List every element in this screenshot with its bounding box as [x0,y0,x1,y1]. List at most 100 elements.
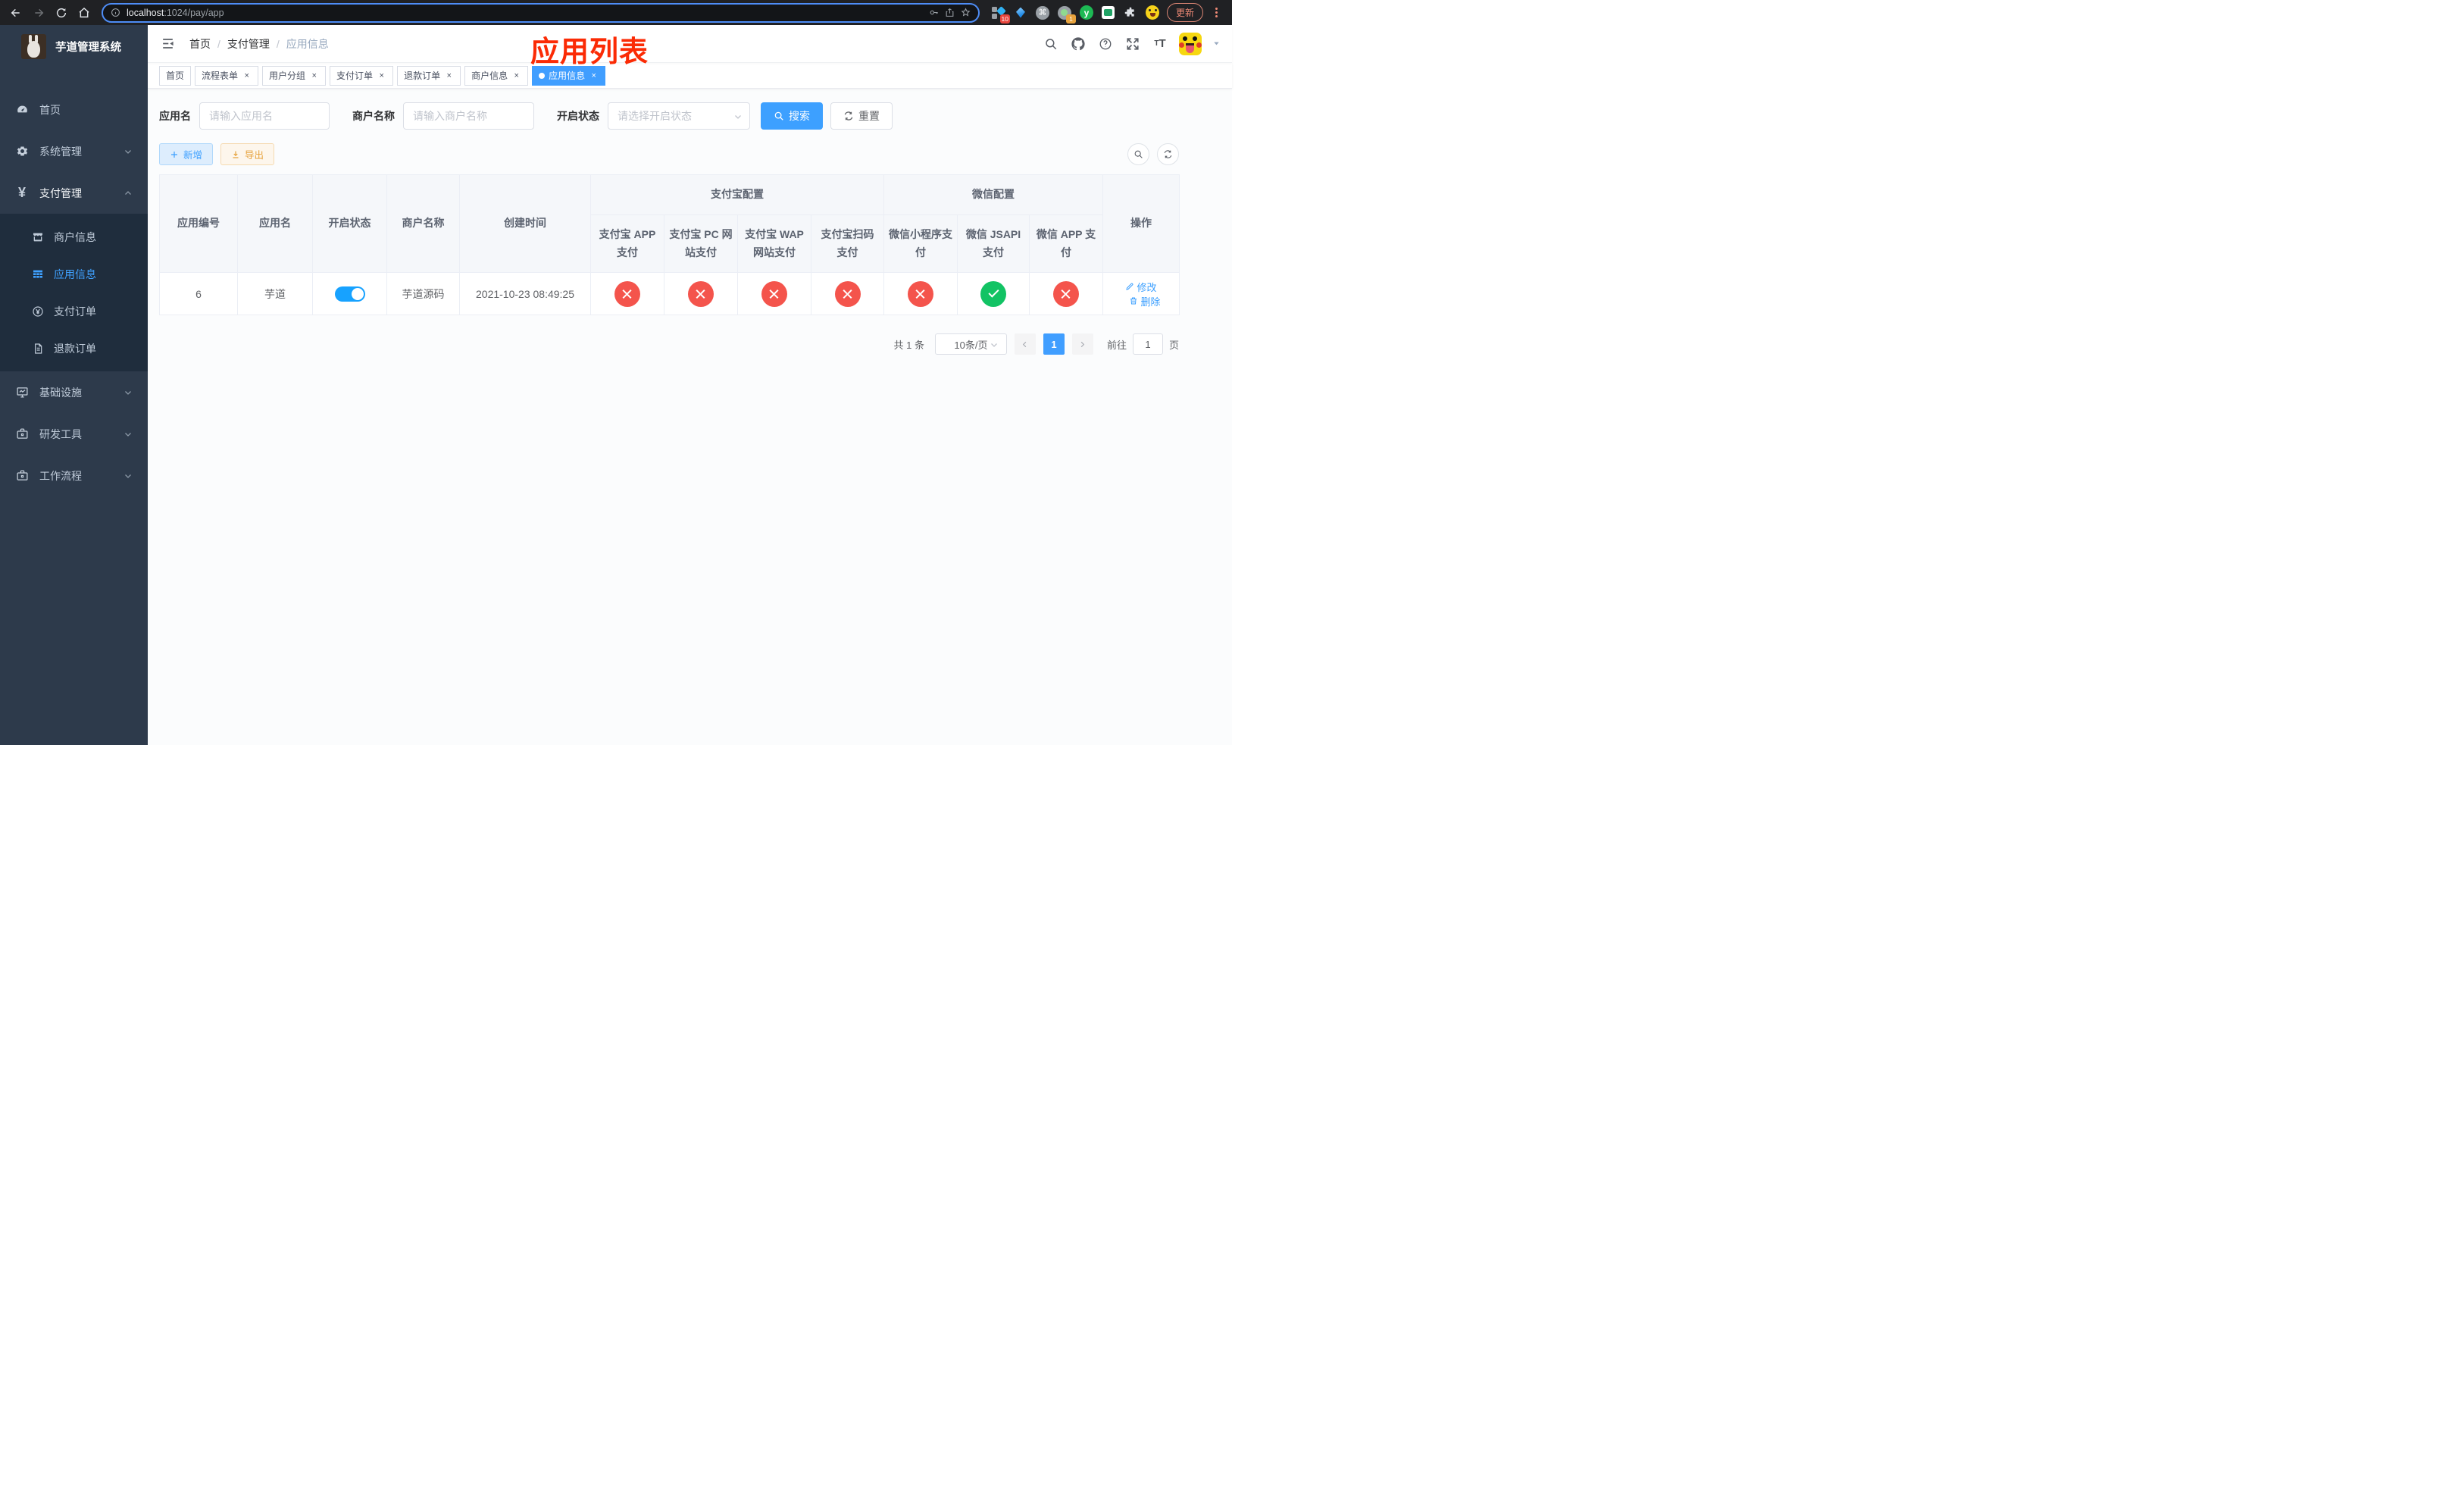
col-created: 创建时间 [459,174,591,274]
app-name-input[interactable] [199,102,330,130]
browser-profile-avatar[interactable] [1145,5,1159,20]
next-page-button[interactable] [1071,333,1093,355]
merchant-name-input[interactable] [403,102,534,130]
breadcrumb-home[interactable]: 首页 [189,36,211,52]
sidebar-item-infra[interactable]: 基础设施 [0,371,148,413]
tags-view-bar: 首页 流程表单 用户分组 支付订单 退款订单 商户信息 应用信息 [148,63,1232,89]
delete-link[interactable]: 删除 [1129,294,1161,308]
sidebar-item-dev-tools[interactable]: 研发工具 [0,413,148,455]
col-merchant: 商户名称 [386,174,460,274]
browser-update-button[interactable]: 更新 [1166,3,1203,22]
browser-reload-icon[interactable] [52,4,71,22]
browser-back-icon[interactable] [6,4,26,22]
url-text: localhost:1024/pay/app [127,7,224,18]
col-group-wechat: 微信配置 [883,174,1103,215]
url-bar[interactable]: localhost:1024/pay/app [102,2,980,23]
close-tab-icon[interactable] [377,70,386,80]
browser-forward-icon[interactable] [29,4,48,22]
extensions-puzzle-icon[interactable] [1124,6,1137,20]
bookmark-star-icon[interactable] [961,8,971,17]
close-tab-icon[interactable] [444,70,454,80]
add-button[interactable]: 新增 [159,143,214,165]
tab-merchant-info[interactable]: 商户信息 [464,65,529,86]
col-wechat-mini: 微信小程序支付 [883,214,958,274]
col-app-id: 应用编号 [159,174,238,274]
reset-button[interactable]: 重置 [830,102,893,130]
sidebar-item-merchant-info[interactable]: 商户信息 [0,218,148,255]
tab-process-form[interactable]: 流程表单 [195,65,259,86]
search-button[interactable]: 搜索 [761,102,823,130]
breadcrumb-payment[interactable]: 支付管理 [227,36,270,52]
chevron-down-icon [124,471,133,480]
help-icon[interactable] [1097,36,1114,52]
share-icon[interactable] [945,8,955,17]
alipay-qr-status-icon [834,280,861,307]
prev-page-button[interactable] [1014,333,1036,355]
browser-toolbar: localhost:1024/pay/app 10 1 y [0,0,1232,25]
y-extension-icon[interactable]: y [1079,5,1093,20]
tab-home[interactable]: 首页 [159,65,192,86]
chevron-down-icon [124,388,133,397]
tab-refund-order[interactable]: 退款订单 [397,65,461,86]
browser-home-icon[interactable] [74,4,94,22]
alipay-wap-status-icon [761,280,787,307]
page-size-select[interactable]: 10条/页 [934,333,1007,355]
fullscreen-icon[interactable] [1124,36,1141,52]
page-number-1[interactable]: 1 [1043,333,1065,355]
sidebar-logo-row[interactable]: 芋道管理系统 [0,25,148,67]
chat-extension-icon[interactable] [1102,6,1115,20]
close-tab-icon[interactable] [589,70,599,80]
sidebar-item-payment[interactable]: 支付管理 [0,172,148,214]
sidebar-item-home[interactable]: 首页 [0,89,148,130]
sidebar-item-pay-order[interactable]: 支付订单 [0,293,148,330]
chevron-down-icon [124,430,133,439]
collapse-sidebar-icon[interactable] [159,36,176,52]
col-wechat-app: 微信 APP 支付 [1029,214,1103,274]
export-button[interactable]: 导出 [220,143,275,165]
close-tab-icon[interactable] [511,70,521,80]
sidebar-item-refund-order[interactable]: 退款订单 [0,330,148,367]
tab-pay-order[interactable]: 支付订单 [330,65,394,86]
sidebar-item-workflow[interactable]: 工作流程 [0,455,148,496]
breadcrumb: 首页 / 支付管理 / 应用信息 [189,36,329,52]
enabled-switch[interactable] [334,286,365,302]
command-extension-icon[interactable] [1035,5,1049,20]
filter-form: 应用名 商户名称 开启状态 搜索 [159,102,1179,130]
sidebar-item-app-info[interactable]: 应用信息 [0,255,148,293]
status-label: 开启状态 [557,110,599,122]
pin-extension-icon[interactable]: 10 [991,5,1010,23]
proxy-extension-icon[interactable]: 1 [1057,5,1076,23]
shop-icon [31,230,44,243]
col-alipay-pc: 支付宝 PC 网站支付 [664,214,738,274]
github-icon[interactable] [1070,36,1087,52]
cell-app-name: 芋道 [237,272,313,316]
col-enabled: 开启状态 [312,174,387,274]
chevron-up-icon [124,189,133,198]
edit-link[interactable]: 修改 [1125,280,1157,294]
close-tab-icon[interactable] [242,70,252,80]
sidebar-item-system[interactable]: 系统管理 [0,130,148,172]
font-size-icon[interactable]: TT [1152,36,1168,52]
site-info-icon[interactable] [111,8,120,17]
cell-app-id: 6 [159,272,238,316]
toggle-search-button[interactable] [1127,143,1149,165]
monitor-chart-icon [15,386,29,399]
kite-extension-icon[interactable] [1014,6,1027,20]
tab-app-info[interactable]: 应用信息 [532,65,606,86]
search-icon[interactable] [1043,36,1059,52]
sidebar: 芋道管理系统 首页 系统管理 ¥ 支付管理 商户信息 应用信息 支付订单 退款订… [0,25,148,745]
wechat-jsapi-status-icon [980,280,1006,307]
close-tab-icon[interactable] [309,70,319,80]
refresh-button[interactable] [1157,143,1179,165]
browser-menu-icon[interactable] [1206,4,1226,22]
col-alipay-qr: 支付宝扫码支付 [811,214,884,274]
user-avatar[interactable] [1179,32,1202,55]
sidebar-menu: 首页 系统管理 支付管理 [0,89,148,496]
avatar-caret-icon[interactable] [1212,39,1221,48]
password-key-icon[interactable] [929,8,939,17]
extensions-row: 10 1 y [987,5,1164,23]
status-select[interactable] [608,102,750,130]
tab-user-group[interactable]: 用户分组 [262,65,327,86]
wechat-mini-status-icon [908,280,933,307]
goto-page-input[interactable] [1132,333,1163,355]
